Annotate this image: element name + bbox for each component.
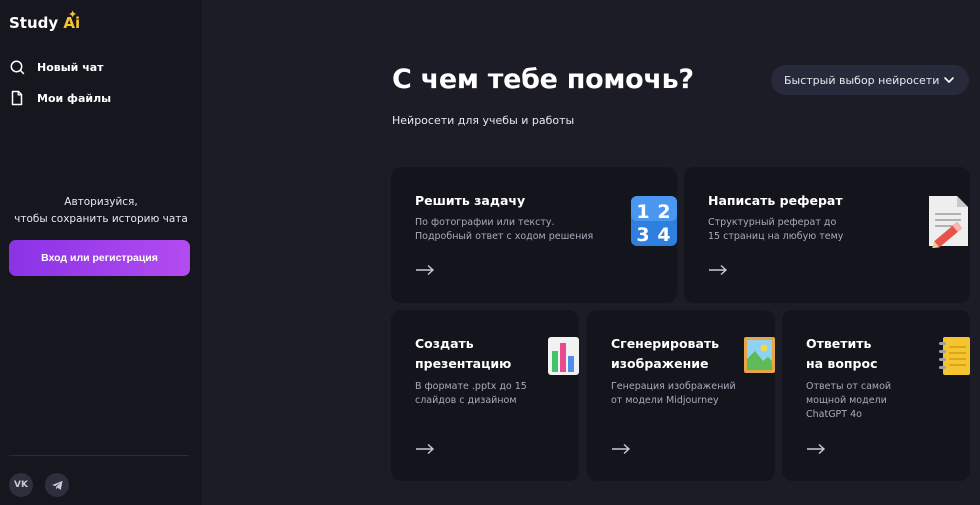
auth-prompt-line-1: Авторизуйся, — [64, 196, 138, 208]
card-title-line: Сгенерировать — [611, 336, 720, 351]
arrow-right-icon — [709, 264, 728, 276]
page-subtitle: Нейросети для учебы и работы — [392, 114, 575, 127]
arrow-right-icon — [612, 443, 631, 455]
page-title: С чем тебе помочь? — [392, 64, 694, 95]
sidebar-item-label: Новый чат — [37, 60, 104, 74]
numbers-icon: 1 2 3 4 — [631, 196, 677, 246]
card-title: Написать реферат — [708, 191, 843, 211]
bar-chart-icon — [548, 337, 579, 375]
card-description: Ответы от самой мощной модели ChatGPT 4o — [806, 380, 891, 422]
card-description-line: Структурный реферат до — [708, 217, 837, 228]
logo-text: Study — [9, 14, 64, 32]
model-select-label: Быстрый выбор нейросети — [784, 73, 940, 87]
card-solve-task[interactable]: Решить задачу По фотографии или тексту. … — [391, 167, 677, 303]
sidebar-item-label: Мои файлы — [37, 91, 112, 105]
card-title: Создать презентацию — [415, 334, 511, 374]
auth-prompt-line-2: чтобы сохранить историю чата — [14, 213, 188, 225]
vk-link[interactable]: VK — [9, 473, 33, 497]
card-title-line: изображение — [611, 356, 709, 371]
card-description: Генерация изображений от модели Midjourn… — [611, 380, 736, 408]
card-description-line: Ответы от самой — [806, 381, 892, 392]
card-description-line: мощной модели — [806, 395, 887, 406]
card-description-line: от модели Midjourney — [611, 395, 719, 406]
card-create-presentation[interactable]: Создать презентацию В формате .pptx до 1… — [391, 310, 579, 481]
card-description-line: слайдов с дизайном — [415, 395, 517, 406]
svg-text:3: 3 — [636, 224, 649, 246]
telegram-icon — [51, 480, 63, 490]
arrow-right-icon — [416, 264, 435, 276]
card-description-line: ChatGPT 4o — [806, 409, 862, 420]
model-select-dropdown[interactable]: Быстрый выбор нейросети — [771, 65, 969, 95]
card-generate-image[interactable]: Сгенерировать изображение Генерация изоб… — [587, 310, 775, 481]
card-title-line: Ответить — [806, 336, 872, 351]
notepad-icon — [939, 337, 970, 375]
card-description: В формате .pptx до 15 слайдов с дизайном — [415, 380, 527, 408]
card-title-line: Решить задачу — [415, 193, 526, 208]
card-title-line: Создать — [415, 336, 474, 351]
vk-icon: VK — [14, 480, 28, 490]
file-icon — [11, 90, 23, 106]
card-description-line: 15 страниц на любую тему — [708, 231, 844, 242]
document-pencil-icon — [929, 196, 968, 248]
sidebar: Study Ai ✦ Новый чат Мои файлы Авторизуй… — [0, 0, 202, 505]
card-title-line: Написать реферат — [708, 193, 843, 208]
svg-text:4: 4 — [657, 224, 670, 246]
card-title: Сгенерировать изображение — [611, 334, 719, 374]
card-description-line: Генерация изображений — [611, 381, 736, 392]
card-description-line: По фотографии или тексту. — [415, 217, 555, 228]
card-write-essay[interactable]: Написать реферат Структурный реферат до … — [684, 167, 970, 303]
card-description-line: Подробный ответ с ходом решения — [415, 231, 594, 242]
card-description: Структурный реферат до 15 страниц на люб… — [708, 216, 843, 244]
chevron-down-icon — [944, 77, 954, 83]
card-title: Решить задачу — [415, 191, 525, 211]
card-title-line: на вопрос — [806, 356, 878, 371]
search-icon — [10, 60, 25, 75]
sparkle-icon: ✦ — [68, 8, 78, 21]
auth-prompt: Авторизуйся, чтобы сохранить историю чат… — [0, 194, 202, 228]
sidebar-item-new-chat[interactable]: Новый чат — [9, 58, 104, 76]
arrow-right-icon — [416, 443, 435, 455]
sidebar-item-my-files[interactable]: Мои файлы — [9, 89, 111, 107]
card-title-line: презентацию — [415, 356, 512, 371]
svg-text:2: 2 — [657, 201, 670, 223]
card-title: Ответить на вопрос — [806, 334, 878, 374]
login-register-button[interactable]: Вход или регистрация — [9, 240, 190, 276]
logo[interactable]: Study Ai ✦ — [9, 8, 80, 32]
picture-icon — [744, 337, 775, 373]
card-description-line: В формате .pptx до 15 — [415, 381, 527, 392]
svg-text:1: 1 — [636, 201, 649, 223]
card-answer-question[interactable]: Ответить на вопрос Ответы от самой мощно… — [782, 310, 970, 481]
arrow-right-icon — [807, 443, 826, 455]
sidebar-divider — [9, 455, 189, 456]
telegram-link[interactable] — [45, 473, 69, 497]
card-description: По фотографии или тексту. Подробный отве… — [415, 216, 593, 244]
